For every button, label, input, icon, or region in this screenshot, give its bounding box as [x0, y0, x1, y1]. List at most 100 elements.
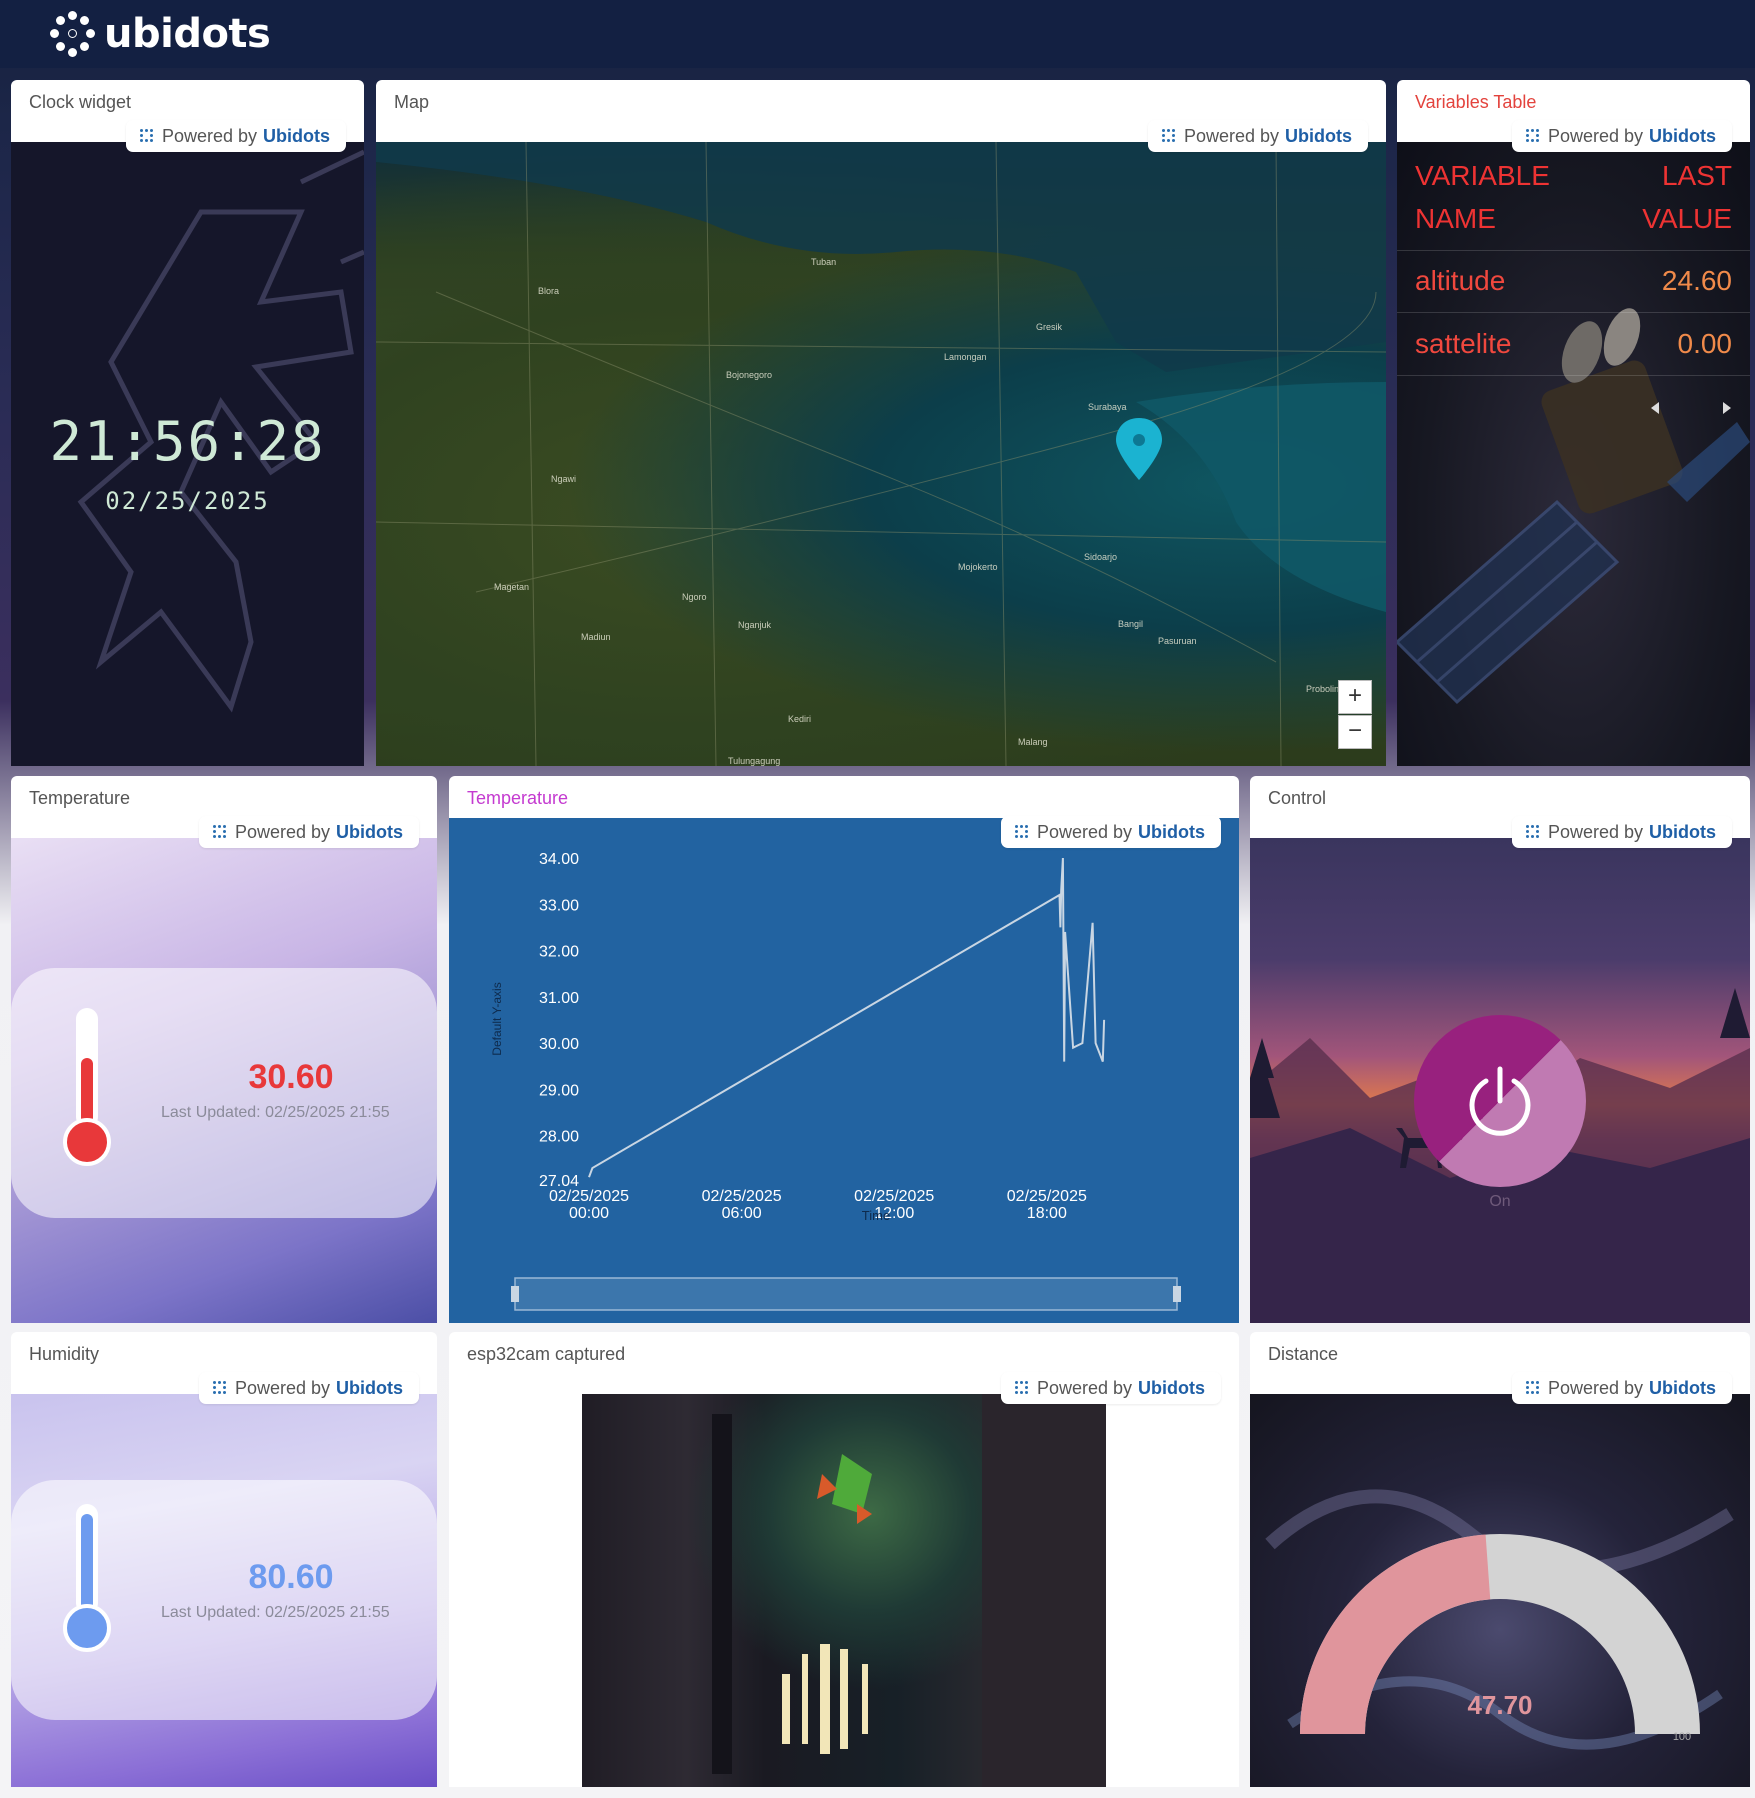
place-label: Madiun	[581, 632, 611, 642]
thermometer-icon	[76, 1504, 98, 1614]
powered-by-badge[interactable]: Powered by Ubidots	[1511, 1372, 1732, 1404]
thermometer-icon	[76, 1008, 98, 1128]
carousel-arrows[interactable]	[1651, 402, 1731, 414]
gauge-body: 47.70 100	[1250, 1394, 1750, 1787]
clock-face: 21:56:28 02/25/2025	[11, 142, 364, 766]
ubidots-mini-icon	[1014, 1381, 1029, 1395]
powered-by-badge[interactable]: Powered by Ubidots	[1147, 120, 1368, 152]
column-header-text: NAME	[1415, 203, 1496, 234]
y-tick-label: 32.00	[539, 944, 579, 961]
gauge-value: 47.70	[1467, 1690, 1532, 1720]
powered-by-badge[interactable]: Powered by Ubidots	[1511, 816, 1732, 848]
powered-by-brand: Ubidots	[1138, 821, 1205, 842]
widget-title: Temperature	[467, 788, 569, 808]
range-selector[interactable]	[514, 1277, 1178, 1311]
ubidots-mini-icon	[139, 129, 154, 143]
camera-widget: esp32cam captured Powered by Ubidots	[449, 1332, 1239, 1787]
powered-by-badge[interactable]: Powered by Ubidots	[1000, 1372, 1221, 1404]
range-handle-right[interactable]	[1173, 1286, 1181, 1302]
widget-title: Variables Table	[1415, 92, 1537, 112]
satellite-map[interactable]: Tuban Bojonegoro Ngawi Madiun Nganjuk Ke…	[376, 142, 1386, 766]
x-tick-label: 00:00	[569, 1205, 609, 1222]
powered-by-text: Powered by	[234, 821, 330, 842]
x-tick-label: 18:00	[1027, 1205, 1067, 1222]
ubidots-mini-icon	[212, 1381, 227, 1395]
widget-title: Humidity	[29, 1344, 100, 1364]
gauge: 47.70 100	[1265, 1489, 1734, 1750]
y-tick-label: 30.00	[539, 1036, 579, 1053]
control-body: On	[1250, 838, 1750, 1323]
captured-image-art	[712, 1394, 1106, 1787]
powered-by-brand: Ubidots	[1649, 125, 1716, 146]
thermometer-bulb-icon	[63, 1118, 111, 1166]
thermometer-bulb-icon	[63, 1604, 111, 1652]
logo-text: ubidots	[104, 11, 271, 57]
widget-header: Temperature	[449, 776, 1239, 818]
y-axis-label: Default Y-axis	[490, 982, 504, 1055]
divider	[1397, 312, 1750, 313]
powered-by-brand: Ubidots	[1138, 1377, 1205, 1398]
camera-body	[449, 1394, 1239, 1787]
powered-by-badge[interactable]: Powered by Ubidots	[1511, 120, 1732, 152]
powered-by-brand: Ubidots	[336, 821, 403, 842]
divider	[1397, 250, 1750, 251]
widget-title: Distance	[1268, 1344, 1339, 1364]
place-label: Blora	[538, 286, 559, 296]
table-row[interactable]: altitude 24.60	[1415, 265, 1732, 305]
place-label: Magetan	[494, 582, 529, 592]
place-label: Tulungagung	[728, 756, 780, 766]
y-tick-label: 33.00	[539, 897, 579, 914]
variable-value: 24.60	[1661, 265, 1732, 296]
switch-state-label: On	[1489, 1193, 1511, 1210]
humidity-indicator-widget: Humidity Powered by Ubidots 80.60 Last Up…	[11, 1332, 437, 1787]
zoom-out-button[interactable]: −	[1338, 715, 1372, 749]
chart-area: 34.00 33.00 32.00 31.00 30.00 29.00 28.00 27.04…	[449, 818, 1239, 1323]
gauge-fill	[1300, 1534, 1491, 1734]
top-bar: ubidots	[0, 0, 1755, 68]
powered-by-badge[interactable]: Powered by Ubidots	[1000, 816, 1221, 848]
control-widget: Control Powered by Ubidots On	[1250, 776, 1750, 1323]
place-label: Kediri	[788, 714, 811, 724]
ubidots-mini-icon	[1525, 129, 1540, 143]
x-tick-label: 02/25/2025	[702, 1188, 782, 1205]
place-label: Malang	[1018, 737, 1048, 747]
place-label: Lamongan	[944, 352, 987, 362]
captured-image[interactable]	[582, 1394, 1106, 1787]
clock-time: 21:56:28	[49, 410, 326, 473]
place-label: Bangil	[1118, 619, 1143, 629]
map-details: Tuban Bojonegoro Ngawi Madiun Nganjuk Ke…	[376, 142, 1386, 766]
widget-title: Temperature	[29, 788, 131, 808]
zoom-in-button[interactable]: +	[1338, 680, 1372, 714]
switch-button[interactable]	[1414, 1015, 1586, 1187]
powered-by-badge[interactable]: Powered by Ubidots	[198, 1372, 419, 1404]
column-header-text: VALUE	[1642, 203, 1732, 234]
powered-by-text: Powered by	[161, 125, 257, 146]
powered-by-brand: Ubidots	[336, 1377, 403, 1398]
range-handle-left[interactable]	[511, 1286, 519, 1302]
ubidots-logo[interactable]: ubidots	[50, 10, 271, 58]
power-icon	[1469, 1066, 1531, 1136]
temperature-chart-widget: Temperature Powered by Ubidots 34.00 33.00…	[449, 776, 1239, 1323]
powered-by-badge[interactable]: Powered by Ubidots	[125, 120, 346, 152]
ubidots-mini-icon	[1014, 825, 1029, 839]
widget-title: Map	[394, 92, 430, 112]
x-axis-label: Time	[862, 1208, 890, 1223]
widget-title: Clock widget	[29, 92, 132, 112]
column-header-value: LAST VALUE	[1642, 154, 1732, 240]
divider	[1397, 375, 1750, 376]
powered-by-badge[interactable]: Powered by Ubidots	[198, 816, 419, 848]
powered-by-brand: Ubidots	[1285, 125, 1352, 146]
column-header-text: LAST	[1661, 160, 1732, 191]
place-label: Mojokerto	[958, 562, 998, 572]
x-tick-label: 06:00	[722, 1205, 762, 1222]
table-row[interactable]: sattelite 0.00	[1415, 328, 1732, 368]
temperature-indicator-widget: Temperature Powered by Ubidots 30.60 Last…	[11, 776, 437, 1323]
line-chart[interactable]: 34.0033.0032.0031.0030.0029.0028.0027.04…	[449, 818, 1239, 1323]
map-marker-icon[interactable]	[1116, 418, 1162, 480]
y-tick-label: 28.00	[539, 1129, 579, 1146]
place-label: Tuban	[811, 257, 836, 267]
column-header-name: VARIABLE NAME	[1415, 154, 1550, 240]
variables-table-widget: Variables Table Powered by Ubidots VARIAB…	[1397, 80, 1750, 766]
glass-panel	[11, 1480, 437, 1720]
place-label: Sidoarjo	[1084, 552, 1117, 562]
